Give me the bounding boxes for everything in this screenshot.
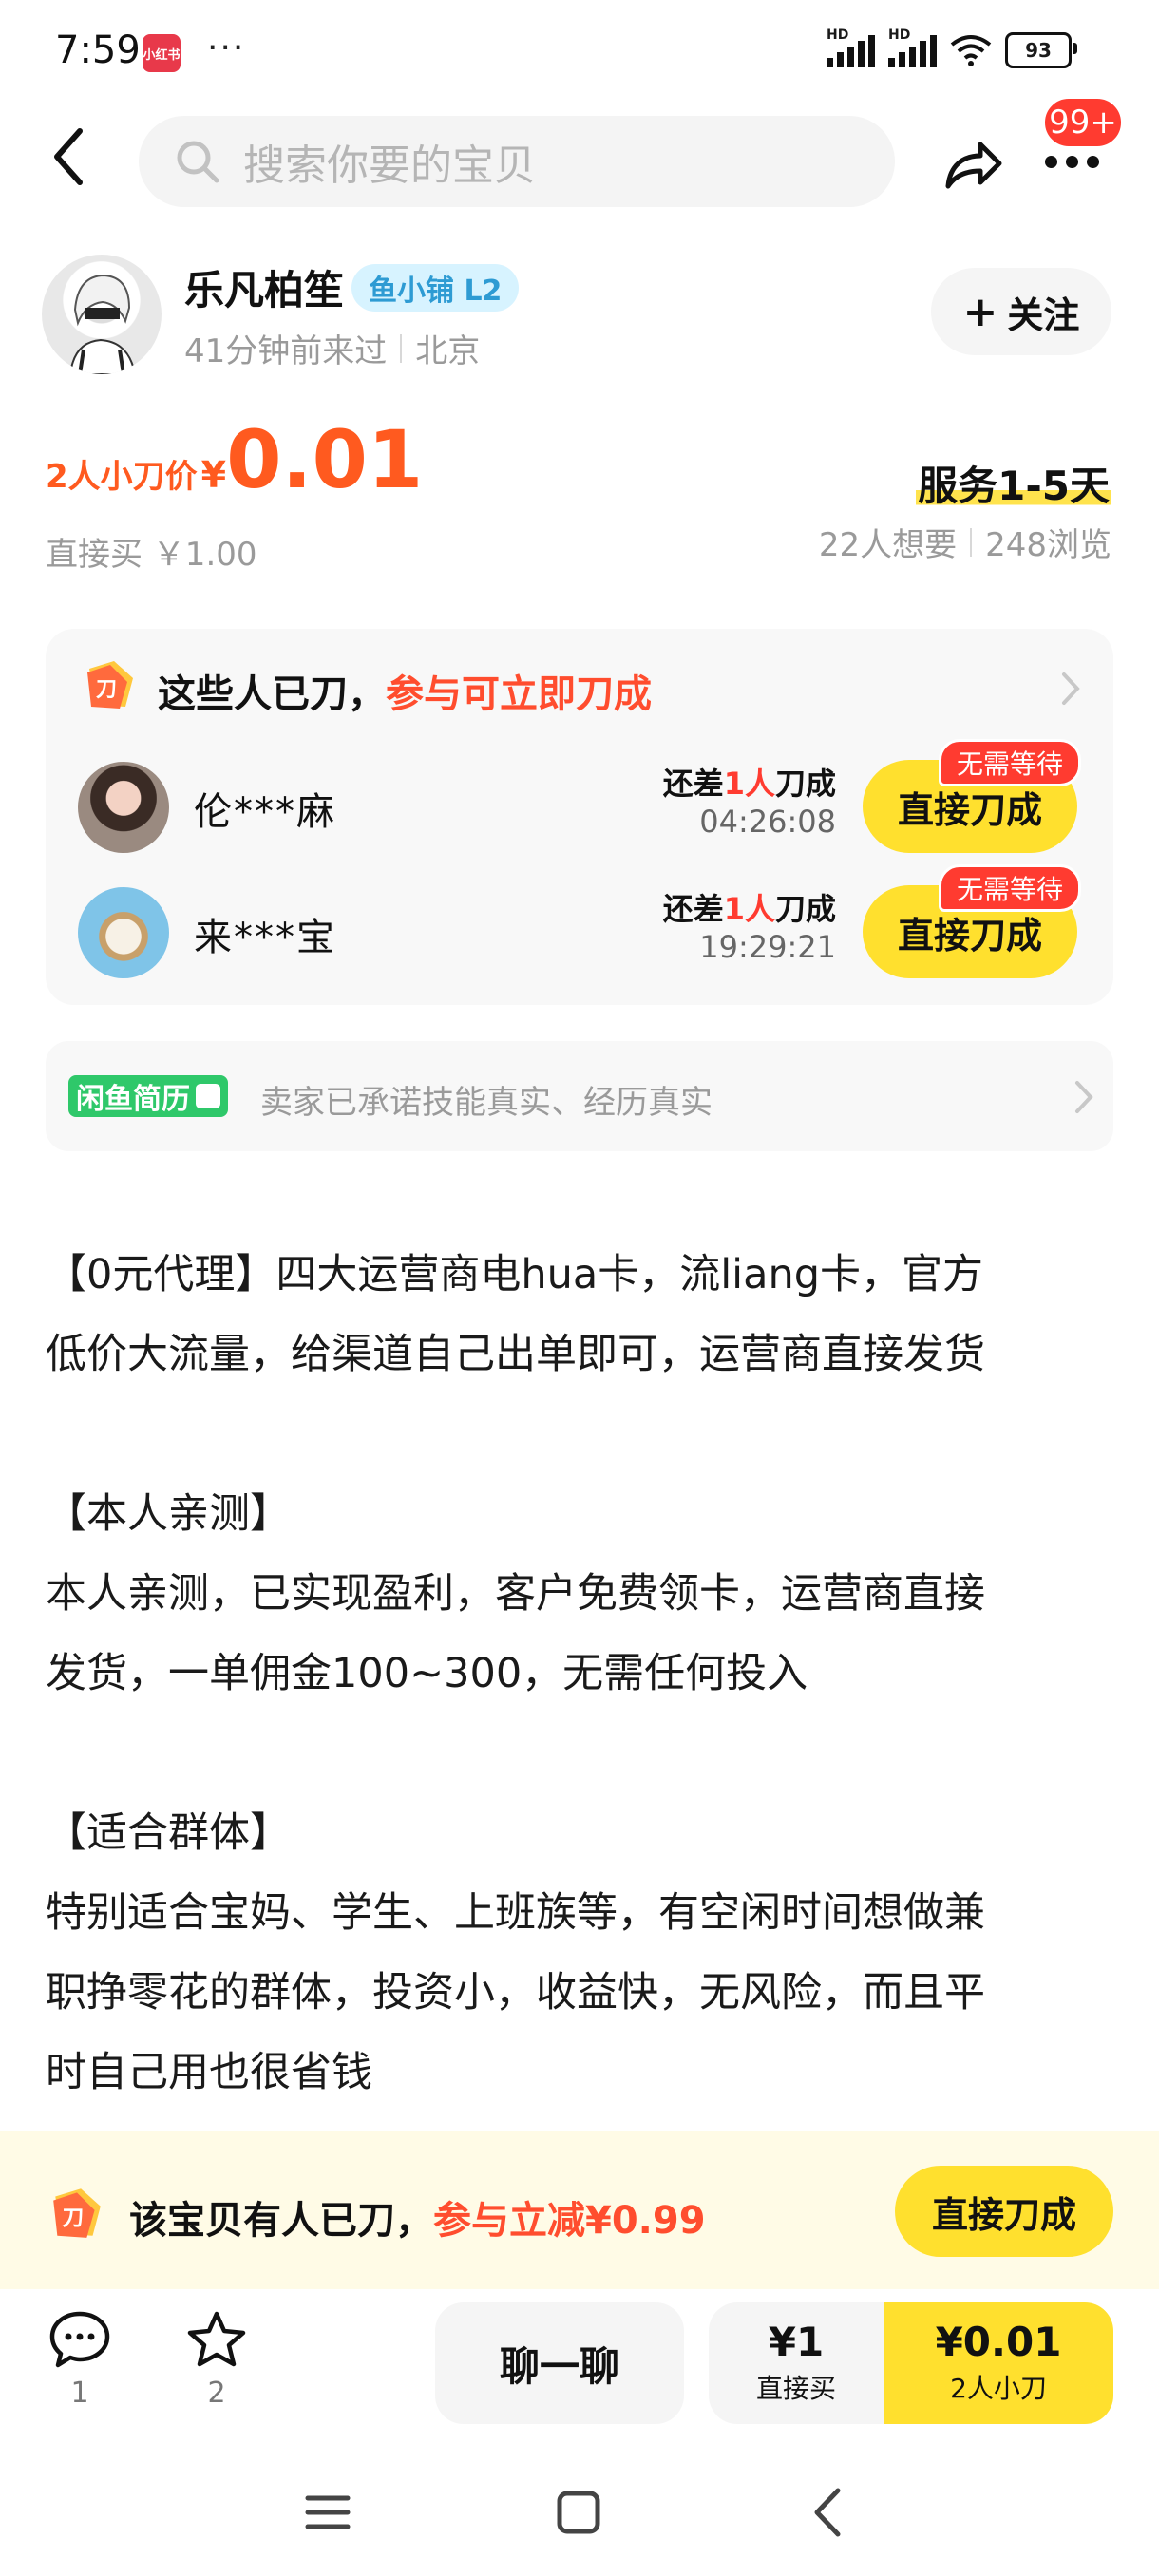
helper-avatar[interactable] bbox=[78, 762, 169, 853]
currency-symbol: ¥ bbox=[200, 454, 227, 496]
view-count: 248浏览 bbox=[985, 526, 1112, 564]
favorite-count: 2 bbox=[207, 2377, 226, 2410]
comment-count: 1 bbox=[70, 2377, 89, 2410]
cut-buy-price: ¥0.01 bbox=[935, 2318, 1062, 2365]
signal-icon: HD bbox=[826, 28, 875, 67]
cut-tag-icon: 刀 bbox=[87, 661, 133, 709]
chat-button[interactable]: 聊一聊 bbox=[435, 2302, 684, 2424]
helper-countdown: 04:26:08 bbox=[699, 804, 836, 840]
star-icon bbox=[187, 2311, 246, 2367]
divider bbox=[970, 527, 973, 557]
app-notification-icon: 小红书 bbox=[142, 34, 180, 72]
chevron-right-icon[interactable] bbox=[1056, 667, 1085, 710]
cut-banner-text: 该宝贝有人已刀，参与立减¥0.99 bbox=[129, 2199, 706, 2243]
seller-location: 北京 bbox=[415, 332, 481, 370]
description-paragraph: 【0元代理】四大运营商电hua卡，流liang卡，官方 低价大流量，给渠道自己出… bbox=[46, 1251, 985, 1378]
favorite-button[interactable]: 2 bbox=[169, 2310, 264, 2410]
follow-button[interactable]: + 关注 bbox=[931, 268, 1112, 355]
dot-icon bbox=[1066, 155, 1078, 168]
seller-name[interactable]: 乐凡柏笙 bbox=[184, 258, 344, 316]
description-paragraph: 特别适合宝妈、学生、上班族等，有空闲时间想做兼 职挣零花的群体，投资小，收益快，… bbox=[46, 1889, 985, 2096]
dot-icon bbox=[1087, 155, 1099, 168]
item-stats: 22人想要 248浏览 bbox=[819, 519, 1112, 565]
banner-cut-button[interactable]: 直接刀成 bbox=[895, 2166, 1113, 2257]
helper-name: 伦***麻 bbox=[194, 790, 336, 834]
search-input[interactable]: 搜索你要的宝贝 bbox=[139, 116, 895, 207]
share-icon bbox=[945, 142, 1002, 189]
no-wait-badge: 无需等待 bbox=[939, 739, 1082, 786]
direct-buy-label: 直接买 bbox=[755, 2373, 836, 2405]
seller-meta: 41分钟前来过 北京 bbox=[184, 325, 480, 371]
cut-buy-label: 2人小刀 bbox=[950, 2373, 1047, 2405]
resume-text: 卖家已承诺技能真实、经历真实 bbox=[260, 1084, 712, 1122]
cut-card-title[interactable]: 这些人已刀，参与可立即刀成 bbox=[158, 663, 652, 718]
description-paragraph bbox=[46, 1714, 1119, 1793]
chevron-left-icon bbox=[54, 128, 83, 185]
cut-buy-button[interactable]: ¥0.01 2人小刀 bbox=[884, 2302, 1113, 2424]
shop-level-badge: 鱼小铺 L2 bbox=[352, 264, 520, 312]
battery-icon: 93 bbox=[1005, 32, 1077, 68]
helper-countdown: 19:29:21 bbox=[699, 929, 836, 965]
want-count: 22人想要 bbox=[818, 526, 958, 564]
wifi-icon bbox=[950, 35, 992, 66]
more-notifications-indicator: ··· bbox=[207, 28, 246, 67]
description-paragraph bbox=[46, 1394, 1119, 1474]
svg-text:刀: 刀 bbox=[96, 678, 117, 702]
description-paragraph: 【适合群体】 bbox=[46, 1809, 291, 1857]
last-seen: 41分钟前来过 bbox=[184, 332, 388, 370]
service-duration: 服务1-5天 bbox=[916, 454, 1112, 512]
purchase-buttons: ¥1 直接买 ¥0.01 2人小刀 bbox=[709, 2302, 1113, 2424]
helper-need: 还差1人刀成 bbox=[662, 891, 836, 927]
profile-icon bbox=[196, 1084, 220, 1108]
helper-name: 来***宝 bbox=[194, 916, 336, 959]
no-wait-badge: 无需等待 bbox=[939, 864, 1082, 912]
seller-avatar[interactable] bbox=[42, 255, 162, 374]
comment-button[interactable]: 1 bbox=[32, 2310, 127, 2410]
svg-text:刀: 刀 bbox=[63, 2206, 85, 2230]
status-icons: HD HD 93 bbox=[826, 28, 1077, 68]
share-button[interactable] bbox=[939, 129, 1005, 196]
back-nav-icon[interactable] bbox=[796, 2479, 863, 2546]
resume-tag: 闲鱼简历 bbox=[68, 1075, 228, 1117]
description-paragraph: 【本人亲测】 bbox=[46, 1490, 291, 1538]
status-time: 7:59 bbox=[55, 28, 141, 72]
helper-avatar[interactable] bbox=[78, 887, 169, 978]
signal-icon-2: HD bbox=[888, 28, 937, 67]
cut-price-label: 2人小刀价 bbox=[46, 458, 198, 496]
direct-buy-price: ¥1 bbox=[768, 2318, 825, 2365]
message-count-badge: 99+ bbox=[1041, 95, 1125, 150]
follow-label: 关注 bbox=[1007, 294, 1080, 336]
helper-need: 还差1人刀成 bbox=[662, 766, 836, 802]
direct-buy-button[interactable]: ¥1 直接买 bbox=[709, 2302, 884, 2424]
menu-icon[interactable] bbox=[294, 2479, 361, 2546]
comment-icon bbox=[49, 2311, 110, 2368]
dot-icon bbox=[1045, 155, 1057, 168]
home-icon[interactable] bbox=[545, 2479, 612, 2546]
cut-tag-icon: 刀 bbox=[53, 2188, 101, 2238]
cut-price-value: 0.01 bbox=[226, 413, 424, 506]
plus-icon: + bbox=[962, 287, 998, 336]
divider bbox=[400, 333, 403, 363]
item-description: 【0元代理】四大运营商电hua卡，流liang卡，官方 低价大流量，给渠道自己出… bbox=[46, 1235, 1119, 2112]
avatar-illustration bbox=[68, 274, 137, 374]
chevron-right-icon[interactable] bbox=[1070, 1075, 1098, 1119]
description-paragraph: 本人亲测，已实现盈利，客户免费领卡，运营商直接 发货，一单佣金100~300，无… bbox=[46, 1570, 985, 1697]
search-placeholder: 搜索你要的宝贝 bbox=[243, 142, 536, 190]
cut-price: 2人小刀价 ¥ 0.01 bbox=[46, 420, 423, 500]
direct-buy-price: 直接买 ￥1.00 bbox=[46, 536, 257, 574]
back-button[interactable] bbox=[48, 123, 95, 199]
search-icon bbox=[177, 141, 219, 183]
